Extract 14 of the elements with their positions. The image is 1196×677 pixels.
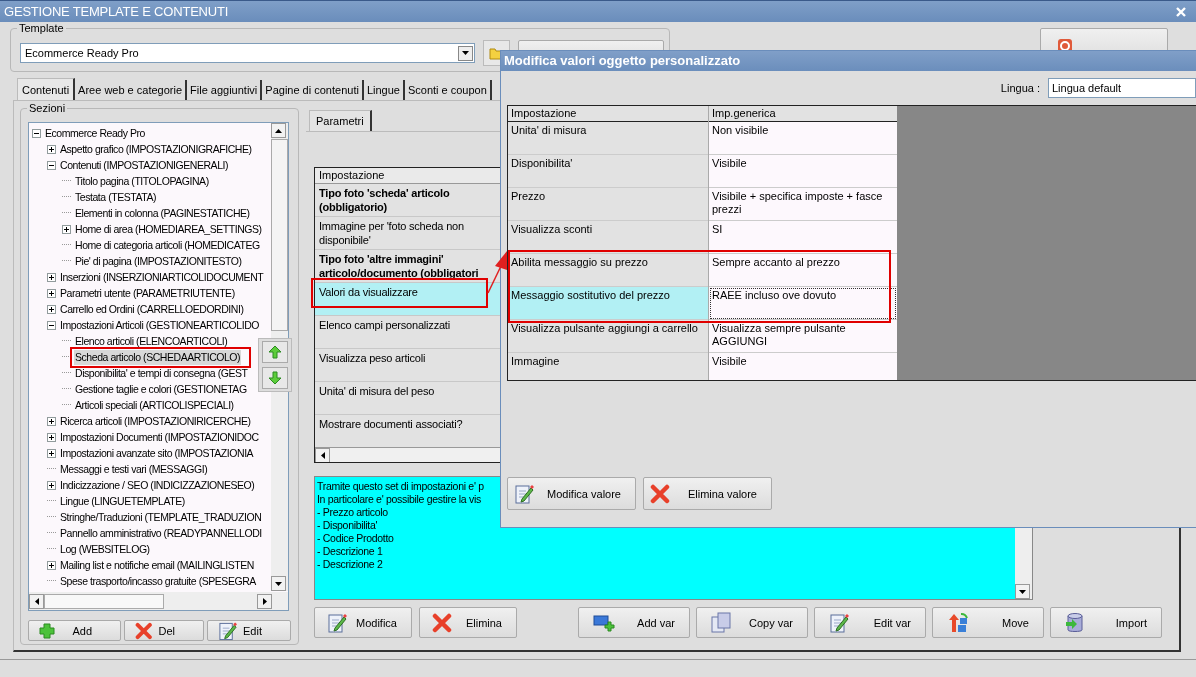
group-label: Template (17, 22, 66, 34)
description-line: - Codice Prodotto (317, 532, 394, 545)
description-line: - Prezzo articolo (317, 506, 388, 519)
description-line: - Disponibilita' (317, 519, 378, 532)
language-label: Lingua : (1000, 82, 1040, 94)
description-line: - Descrizione 2 (317, 558, 383, 571)
group-label: Sezioni (27, 102, 68, 114)
window-title: GESTIONE TEMPLATE E CONTENUTI (4, 4, 229, 19)
column-header: Impostazione (508, 106, 708, 122)
description-line: In particolare e' possibile gestire la vis (317, 493, 481, 506)
description-line: - Descrizione 1 (317, 545, 383, 558)
column-header: Imp.generica (709, 106, 897, 122)
dialog-title: Modifica valori oggetto personalizzato (501, 51, 1196, 71)
description-line: Tramite questo set di impostazioni e' p (317, 480, 484, 493)
